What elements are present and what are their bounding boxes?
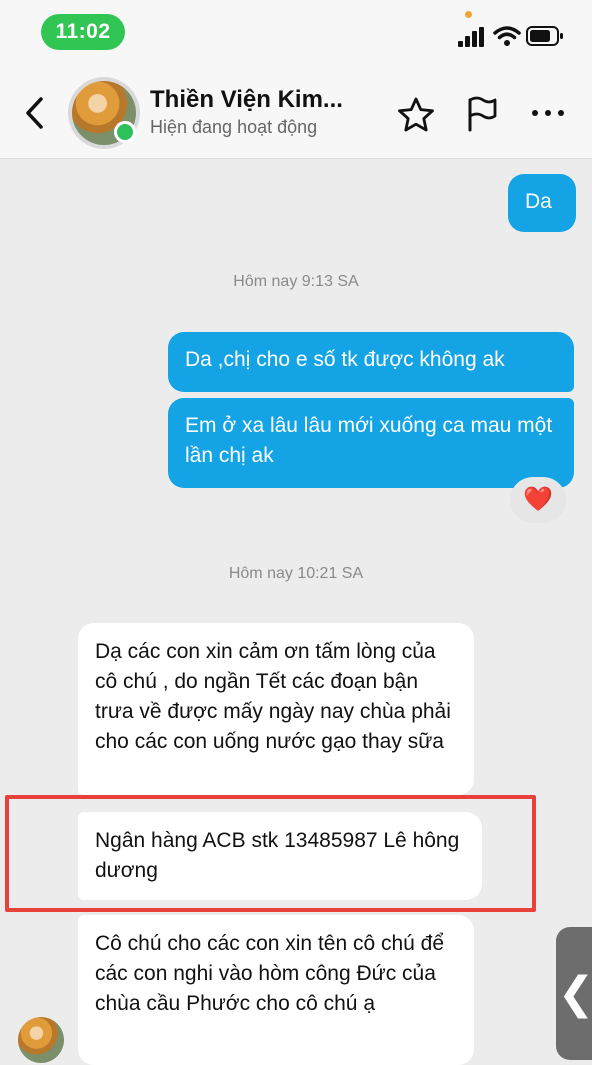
message-bubble-incoming[interactable]: Dạ các con xin cảm ơn tấm lòng của cô ch… <box>78 623 474 795</box>
contact-name[interactable]: Thiền Viện Kim... <box>150 86 343 114</box>
message-timestamp: Hôm nay 9:13 SA <box>233 273 359 290</box>
status-time: 11:02 <box>41 14 125 50</box>
highlight-annotation <box>5 795 536 912</box>
message-bubble-incoming[interactable]: Cô chú cho các con xin tên cô chú để các… <box>78 915 474 1065</box>
contact-status: Hiện đang hoạt động <box>150 117 318 137</box>
sender-avatar[interactable] <box>18 1017 64 1063</box>
status-bar: 11:02 <box>0 0 592 66</box>
side-panel-tab[interactable]: ❮ <box>556 927 592 1060</box>
message-bubble-outgoing[interactable]: Da <box>508 174 576 232</box>
chat-header: Thiền Viện Kim... Hiện đang hoạt động <box>0 66 592 159</box>
battery-icon <box>526 26 563 46</box>
flag-icon[interactable] <box>466 96 498 132</box>
cellular-signal-icon <box>458 27 484 47</box>
message-bubble-outgoing[interactable]: Em ở xa lâu lâu mới xuống ca mau một lần… <box>168 398 574 488</box>
wifi-icon <box>493 26 521 46</box>
privacy-indicator-dot <box>465 11 472 18</box>
online-status-dot <box>114 121 136 143</box>
heart-reaction-icon[interactable]: ❤️ <box>510 477 566 523</box>
message-bubble-outgoing[interactable]: Da ,chị cho e số tk được không ak <box>168 332 574 392</box>
chat-area[interactable]: Da Hôm nay 9:13 SA Da ,chị cho e số tk đ… <box>0 159 592 1065</box>
chevron-left-icon: ❮ <box>557 969 592 1018</box>
star-icon[interactable] <box>397 97 435 133</box>
back-button[interactable] <box>20 94 50 132</box>
more-options-icon[interactable] <box>532 110 568 120</box>
message-timestamp: Hôm nay 10:21 SA <box>228 565 364 582</box>
